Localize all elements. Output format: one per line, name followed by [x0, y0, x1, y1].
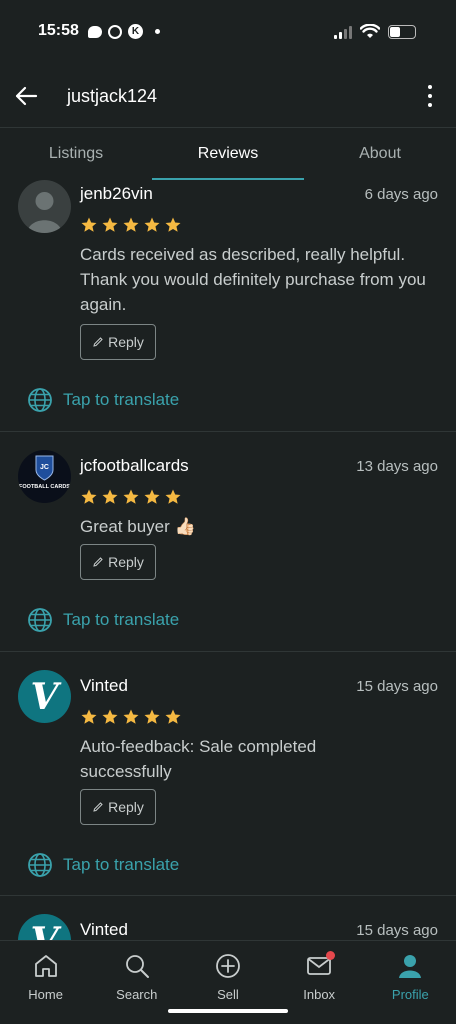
status-bar: 15:58 K: [0, 0, 456, 64]
nav-label: Sell: [217, 987, 239, 1002]
reply-label: Reply: [108, 554, 144, 570]
reviewer-name[interactable]: Vinted: [80, 676, 128, 696]
avatar[interactable]: JC FOOTBALL CARDS: [18, 450, 71, 503]
star-icon: [102, 709, 118, 724]
review-time: 6 days ago: [364, 186, 438, 203]
nav-profile[interactable]: Profile: [365, 941, 456, 1024]
status-indicators: [334, 24, 416, 40]
profile-icon: [399, 955, 422, 978]
svg-text:JC: JC: [40, 464, 49, 471]
avatar[interactable]: [18, 180, 71, 233]
nav-label: Home: [28, 987, 63, 1002]
signal-icon: [334, 25, 352, 39]
plus-circle-icon: [216, 954, 240, 978]
star-rating: [80, 488, 182, 506]
profile-tabs: Listings Reviews About: [0, 128, 456, 180]
whatsapp-icon: [108, 24, 122, 39]
star-icon: [81, 489, 97, 504]
page-title: justjack124: [67, 86, 158, 106]
star-icon: [144, 489, 160, 504]
nav-label: Inbox: [303, 987, 336, 1002]
nav-home[interactable]: Home: [0, 941, 91, 1024]
default-avatar-icon: [27, 192, 62, 233]
star-icon: [165, 489, 181, 504]
inbox-icon-wrap: [306, 951, 336, 979]
home-icon: [34, 955, 57, 977]
star-icon: [144, 709, 160, 724]
nav-label: Search: [116, 987, 158, 1002]
wifi-icon: [360, 24, 380, 38]
star-icon: [123, 709, 139, 724]
translate-label: Tap to translate: [63, 390, 180, 409]
battery-icon: [388, 25, 416, 39]
k-app-icon: K: [128, 24, 143, 39]
reply-label: Reply: [108, 799, 144, 815]
star-icon: [81, 217, 97, 232]
globe-icon: [28, 853, 52, 877]
review-time: 15 days ago: [356, 922, 438, 939]
translate-link[interactable]: Tap to translate: [27, 852, 179, 878]
home-indicator[interactable]: [168, 1009, 288, 1013]
reviewer-name[interactable]: Vinted: [80, 920, 128, 940]
avatar-caption: FOOTBALL CARDS: [19, 484, 70, 490]
tab-reviews[interactable]: Reviews: [152, 128, 304, 180]
star-icon: [102, 489, 118, 504]
globe-icon: [28, 388, 52, 412]
globe-icon: [28, 608, 52, 632]
tab-about[interactable]: About: [304, 128, 456, 180]
jcfootballcards-logo: JC: [35, 455, 54, 481]
more-options-icon[interactable]: [422, 82, 438, 110]
review-text: Cards received as described, really help…: [80, 245, 426, 314]
reviewer-name[interactable]: jcfootballcards: [80, 456, 189, 476]
search-icon: [125, 955, 149, 978]
avatar[interactable]: V: [18, 914, 71, 940]
vinted-logo: V: [31, 920, 59, 941]
reviewer-name[interactable]: jenb26vin: [80, 184, 153, 204]
back-arrow-icon[interactable]: [12, 82, 40, 110]
status-app-icons: K: [88, 24, 160, 39]
review-item: jenb26vin 6 days ago Cards received as d…: [0, 180, 456, 432]
review-item: V Vinted 15 days ago: [0, 896, 456, 940]
translate-link[interactable]: Tap to translate: [27, 387, 179, 413]
pencil-icon: [93, 337, 103, 347]
review-text: Auto-feedback: Sale completed successful…: [80, 737, 317, 781]
reply-button[interactable]: Reply: [80, 789, 156, 825]
review-time: 15 days ago: [356, 678, 438, 695]
app-header: justjack124: [0, 64, 456, 128]
unread-badge: [326, 951, 336, 960]
star-icon: [123, 489, 139, 504]
reply-button[interactable]: Reply: [80, 544, 156, 580]
star-icon: [123, 217, 139, 232]
star-icon: [102, 217, 118, 232]
star-icon: [165, 709, 181, 724]
pencil-icon: [93, 557, 103, 567]
avatar[interactable]: V: [18, 670, 71, 723]
status-time: 15:58: [38, 22, 79, 39]
review-item: JC FOOTBALL CARDS jcfootballcards 13 day…: [0, 432, 456, 652]
star-rating: [80, 708, 182, 726]
chat-app-icon: [88, 25, 102, 38]
translate-label: Tap to translate: [63, 610, 180, 629]
review-time: 13 days ago: [356, 458, 438, 475]
vinted-logo: V: [30, 675, 59, 718]
pencil-icon: [93, 802, 103, 812]
translate-link[interactable]: Tap to translate: [27, 607, 179, 633]
review-text: Great buyer 👍🏻: [80, 517, 196, 536]
review-item: V Vinted 15 days ago Auto-feedback: Sale…: [0, 652, 456, 896]
reviews-list: jenb26vin 6 days ago Cards received as d…: [0, 180, 456, 940]
star-rating: [80, 216, 182, 234]
star-icon: [81, 709, 97, 724]
star-icon: [165, 217, 181, 232]
tab-listings[interactable]: Listings: [0, 128, 152, 180]
nav-label: Profile: [391, 987, 429, 1002]
reply-button[interactable]: Reply: [80, 324, 156, 360]
star-icon: [144, 217, 160, 232]
translate-label: Tap to translate: [63, 855, 180, 874]
reply-label: Reply: [108, 334, 144, 350]
notification-dot-icon: [155, 29, 160, 34]
